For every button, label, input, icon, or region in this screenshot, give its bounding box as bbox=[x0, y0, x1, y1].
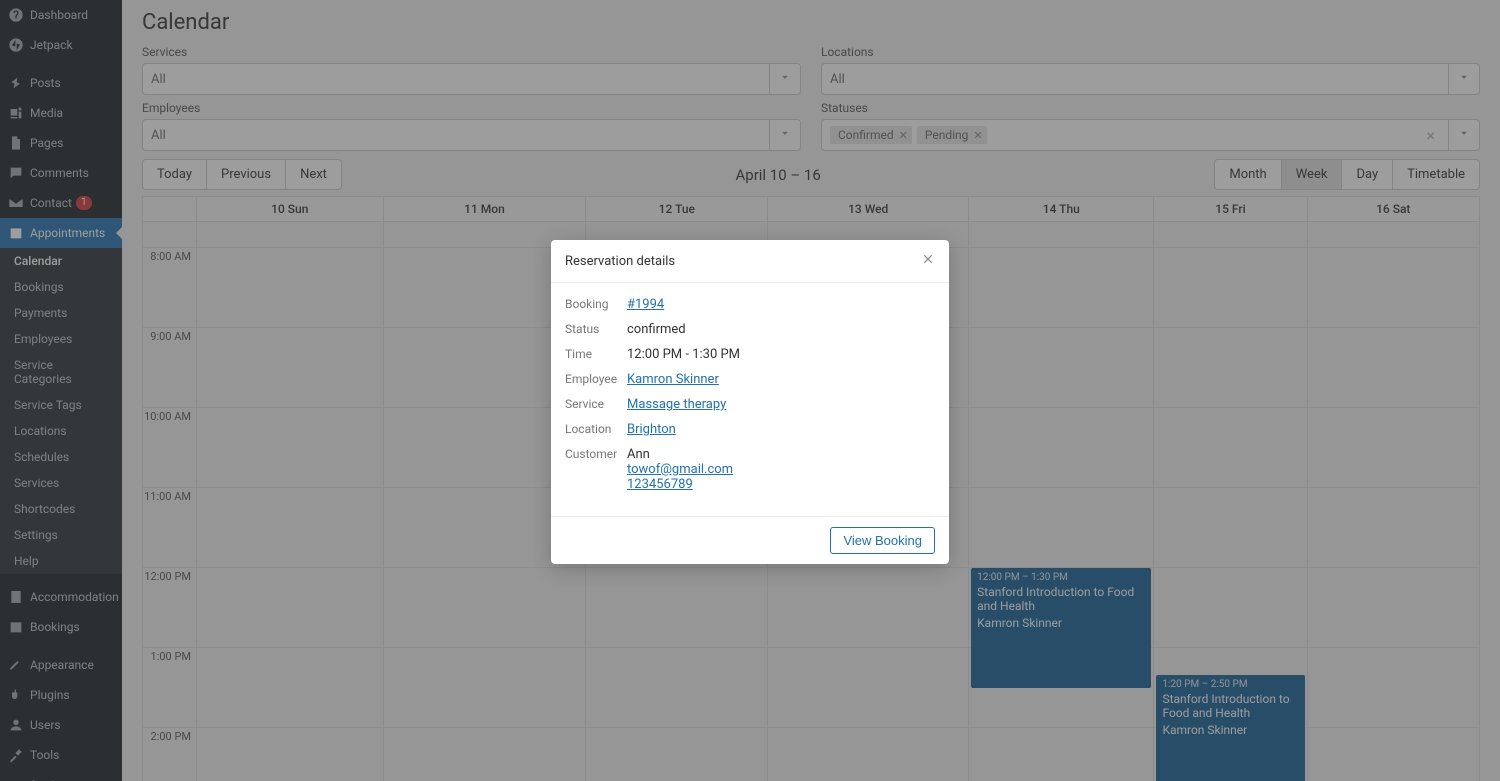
reservation-details-modal: Reservation details Booking#1994 Statusc… bbox=[551, 240, 949, 564]
location-link[interactable]: Brighton bbox=[627, 422, 676, 437]
status-value: confirmed bbox=[627, 322, 935, 337]
close-icon[interactable] bbox=[921, 252, 935, 270]
employee-link[interactable]: Kamron Skinner bbox=[627, 372, 719, 387]
booking-link[interactable]: #1994 bbox=[627, 297, 664, 312]
service-link[interactable]: Massage therapy bbox=[627, 397, 726, 412]
modal-overlay[interactable]: Reservation details Booking#1994 Statusc… bbox=[0, 0, 1500, 781]
modal-title: Reservation details bbox=[565, 254, 675, 269]
customer-name: Ann bbox=[627, 447, 650, 462]
time-value: 12:00 PM - 1:30 PM bbox=[627, 347, 935, 362]
customer-phone-link[interactable]: 123456789 bbox=[627, 477, 693, 492]
view-booking-button[interactable]: View Booking bbox=[830, 527, 935, 554]
customer-email-link[interactable]: towof@gmail.com bbox=[627, 462, 733, 477]
